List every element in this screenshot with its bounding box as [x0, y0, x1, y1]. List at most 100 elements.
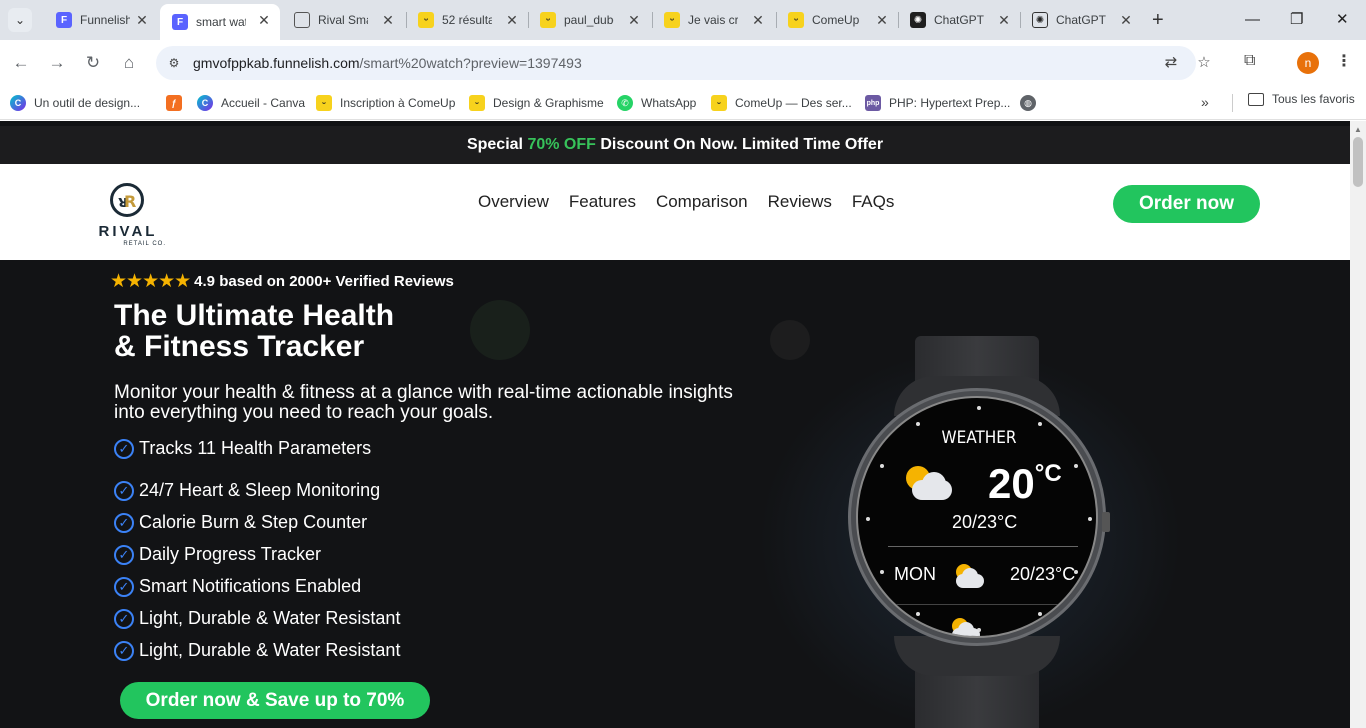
tab-title: Je vais cré [688, 13, 738, 27]
bookmark-item[interactable]: ᵕ Design & Graphisme [469, 92, 604, 114]
translate-icon[interactable]: ⇄ [1161, 54, 1181, 72]
close-icon[interactable]: ✕ [750, 12, 766, 28]
rating-text: 4.9 based on 2000+ Verified Reviews [194, 273, 454, 290]
order-now-button[interactable]: Order now [1113, 185, 1260, 223]
site-info-icon[interactable]: ⚙ [166, 55, 182, 71]
hour-tick [880, 464, 884, 468]
forward-button[interactable]: → [46, 52, 68, 74]
close-icon[interactable]: ✕ [996, 12, 1012, 28]
tab-comeup-paul[interactable]: ᵕ paul_dubo ✕ [528, 4, 650, 36]
nav-overview[interactable]: Overview [478, 192, 549, 212]
browser-menu-icon[interactable]: ⋮ [1336, 52, 1352, 72]
scrollbar-thumb[interactable] [1353, 137, 1363, 187]
bookmark-item[interactable]: ◍ [1020, 92, 1044, 114]
rating-summary: ★★★★★ 4.9 based on 2000+ Verified Review… [110, 270, 454, 293]
chevron-right-icon[interactable]: » [1201, 94, 1209, 110]
bookmark-separator [1232, 94, 1233, 112]
bookmark-label: Inscription à ComeUp [340, 96, 456, 110]
bookmark-label: Accueil - Canva [221, 96, 306, 110]
close-icon[interactable]: ✕ [134, 12, 150, 28]
hour-tick [1038, 422, 1042, 426]
url-text[interactable]: gmvofppkab.funnelish.com/smart%20watch?p… [193, 55, 582, 71]
browser-toolbar: ← → ↻ ⌂ ⚙ gmvofppkab.funnelish.com/smart… [0, 40, 1366, 86]
site-header: ᴚR RIVAL RETAIL CO. Overview Features Co… [0, 164, 1350, 260]
bookmark-item[interactable]: ✆ WhatsApp [617, 92, 696, 114]
chatgpt-icon: ✺ [1032, 12, 1048, 28]
tab-comeup-jevais[interactable]: ᵕ Je vais cré ✕ [652, 4, 774, 36]
all-bookmarks-folder[interactable]: Tous les favoris [1248, 92, 1355, 106]
home-button[interactable]: ⌂ [118, 52, 140, 74]
tab-title: 52 résultats [442, 13, 492, 27]
bookmark-item[interactable]: ᵕ ComeUp — Des ser... [711, 92, 852, 114]
order-save-button[interactable]: Order now & Save up to 70% [120, 682, 430, 719]
minimize-button[interactable]: — [1245, 10, 1260, 30]
close-icon[interactable]: ✕ [874, 12, 890, 28]
logo-mark-icon: ᴚR [110, 183, 144, 217]
feature-item: ✓ Tracks 11 Health Parameters [114, 438, 371, 459]
check-icon: ✓ [114, 576, 134, 597]
restore-button[interactable]: ❐ [1290, 10, 1303, 30]
chatgpt-icon: ✺ [910, 12, 926, 28]
rival-logo[interactable]: ᴚR RIVAL RETAIL CO. [88, 181, 168, 251]
tab-title: ChatGPT | [934, 13, 984, 27]
hour-tick [977, 406, 981, 410]
page-scrollbar[interactable]: ▲ [1350, 121, 1366, 728]
watch-face: WEATHER 20°C 20/23°C MON 20/23°C [856, 396, 1098, 638]
tab-search-button[interactable]: ⌄ [8, 8, 32, 32]
scroll-up-icon[interactable]: ▲ [1354, 125, 1362, 134]
folder-icon [1248, 92, 1264, 106]
tab-chatgpt-2[interactable]: ✺ ChatGPT ✕ [1020, 4, 1142, 36]
reload-button[interactable]: ↻ [82, 52, 104, 74]
close-icon[interactable]: ✕ [626, 12, 642, 28]
address-bar[interactable]: ⚙ gmvofppkab.funnelish.com/smart%20watch… [156, 46, 1211, 80]
nav-faqs[interactable]: FAQs [852, 192, 895, 212]
bookmark-item[interactable]: ᵕ Inscription à ComeUp [316, 92, 455, 114]
whatsapp-icon: ✆ [617, 95, 633, 111]
bookmark-item[interactable]: ƒ [166, 92, 190, 114]
tab-smart-watch[interactable]: F smart watch ✕ [160, 4, 280, 40]
extensions-icon[interactable]: ⧉ [1244, 52, 1255, 70]
nav-comparison[interactable]: Comparison [656, 192, 748, 212]
tab-rival[interactable]: Rival Smart ✕ [282, 4, 404, 36]
nav-features[interactable]: Features [569, 192, 636, 212]
feature-item: ✓ Light, Durable & Water Resistant [114, 640, 400, 661]
feature-text: Smart Notifications Enabled [139, 576, 362, 596]
back-button[interactable]: ← [10, 52, 32, 74]
close-icon[interactable]: ✕ [380, 12, 396, 28]
funnelish-icon: F [172, 14, 188, 30]
tab-comeup-results[interactable]: ᵕ 52 résultats ✕ [406, 4, 528, 36]
tab-title: Funnelish [80, 13, 130, 27]
profile-avatar[interactable]: n [1297, 52, 1319, 74]
feature-item: ✓ Calorie Burn & Step Counter [114, 512, 367, 533]
watch-crown [1102, 512, 1110, 532]
tab-strip: ⌄ F Funnelish ✕ F smart watch ✕ Rival Sm… [0, 0, 1366, 40]
bookmark-label: PHP: Hypertext Prep... [889, 96, 1011, 110]
background-decoration [770, 320, 810, 360]
tab-title: paul_dubo [564, 13, 614, 27]
comeup-icon: ᵕ [540, 12, 556, 28]
hour-tick [1038, 612, 1042, 616]
close-icon[interactable]: ✕ [256, 12, 272, 28]
tab-comeup[interactable]: ᵕ ComeUp ✕ [776, 4, 898, 36]
tab-title: ChatGPT [1056, 13, 1106, 27]
funnelbuilder-icon: ƒ [166, 95, 182, 111]
hero-lead: Monitor your health & fitness at a glanc… [114, 382, 733, 423]
close-icon[interactable]: ✕ [1118, 12, 1134, 28]
rival-icon [294, 12, 310, 28]
hero-section: ★★★★★ 4.9 based on 2000+ Verified Review… [0, 260, 1350, 728]
new-tab-button[interactable]: + [1152, 10, 1164, 30]
comeup-icon: ᵕ [664, 12, 680, 28]
bookmark-item[interactable]: C Accueil - Canva [197, 92, 305, 114]
bookmarks-bar: C Un outil de design... ƒ C Accueil - Canv… [0, 86, 1366, 120]
tab-funnelish[interactable]: F Funnelish ✕ [44, 4, 158, 36]
nav-reviews[interactable]: Reviews [768, 192, 832, 212]
close-window-button[interactable]: ✕ [1336, 10, 1349, 30]
bookmark-item[interactable]: C Un outil de design... [10, 92, 140, 114]
feature-text: 24/7 Heart & Sleep Monitoring [139, 480, 381, 500]
tab-chatgpt-1[interactable]: ✺ ChatGPT | ✕ [898, 4, 1020, 36]
watch-weather-title: WEATHER [941, 428, 1017, 448]
bookmark-item[interactable]: php PHP: Hypertext Prep... [865, 92, 1010, 114]
close-icon[interactable]: ✕ [504, 12, 520, 28]
bookmark-star-icon[interactable]: ☆ [1194, 54, 1214, 72]
url-host: gmvofppkab.funnelish.com [193, 55, 360, 71]
